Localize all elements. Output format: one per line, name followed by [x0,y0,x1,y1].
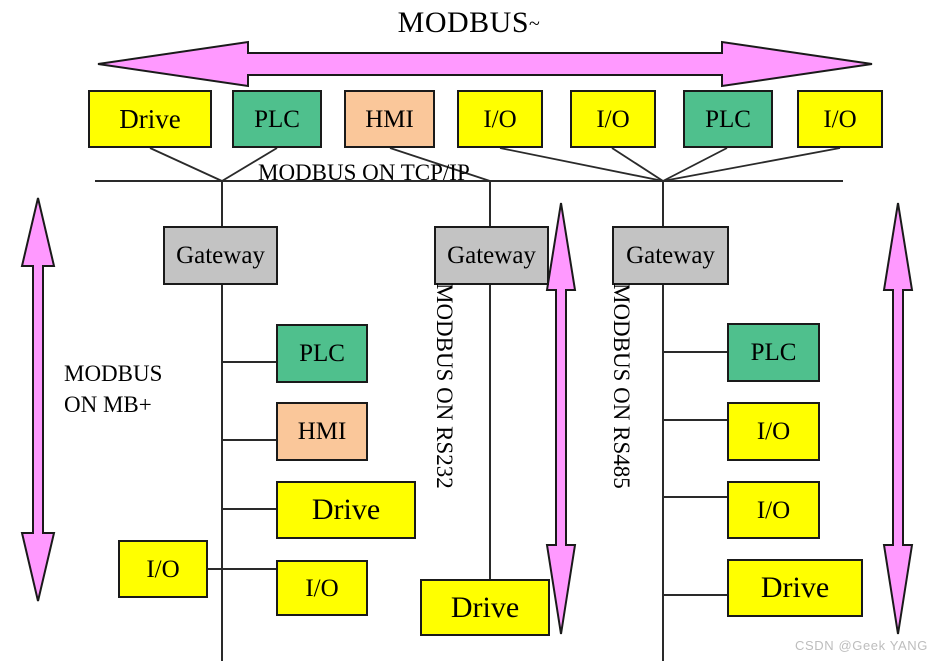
modbus-architecture-diagram: MODBUS~ Drive PLC HMI I/O I/O PLC I/O MO… [0,0,938,661]
diagram-title: MODBUS~ [0,6,938,40]
watermark: CSDN @Geek YANG [795,638,928,653]
node-label: HMI [365,105,414,133]
bus-label-mbplus-line2: ON MB+ [64,392,152,418]
mbplus-device-hmi[interactable]: HMI [276,402,368,461]
modbus-bus-arrow [97,40,873,88]
mbplus-device-drive[interactable]: Drive [276,481,416,539]
mbplus-device-io-1[interactable]: I/O [118,540,208,598]
node-label: Gateway [626,242,715,269]
node-label: PLC [705,105,751,133]
mbplus-device-io-2[interactable]: I/O [276,560,368,616]
tcpip-drop-lines [149,147,841,182]
rs485-device-drive[interactable]: Drive [727,559,863,617]
node-label: Drive [119,103,181,134]
node-label: PLC [254,105,300,133]
top-device-drive-1[interactable]: Drive [88,90,212,148]
bus-label-rs485: MODBUS ON RS485 [609,283,634,489]
top-device-plc-1[interactable]: PLC [232,90,322,148]
diagram-title-mark: ~ [529,13,541,35]
node-label: Drive [311,493,381,526]
node-label: HMI [297,418,347,445]
node-label: I/O [596,105,630,133]
gateway-mbplus[interactable]: Gateway [163,226,278,285]
node-label: Gateway [176,242,265,269]
rs232-device-drive[interactable]: Drive [420,579,550,636]
top-device-io-1[interactable]: I/O [457,90,543,148]
bus-label-mbplus: MODBUS ON MB+ [64,358,224,420]
node-label: I/O [305,574,339,602]
node-label: I/O [756,496,791,524]
top-device-io-3[interactable]: I/O [797,90,883,148]
node-label: I/O [823,105,857,133]
bus-label-tcpip: MODBUS ON TCP/IP [258,160,470,185]
rs485-device-plc[interactable]: PLC [727,323,820,382]
node-label: Drive [760,571,830,604]
top-device-plc-2[interactable]: PLC [683,90,773,148]
gateway-rs232[interactable]: Gateway [434,226,549,285]
rs232-bus-arrow [545,202,577,635]
rs485-device-io-2[interactable]: I/O [727,481,820,539]
node-label: Drive [450,590,520,624]
node-label: Gateway [447,242,536,269]
mbplus-bus-arrow [20,197,56,602]
rs485-device-io-1[interactable]: I/O [727,402,820,461]
node-label: I/O [756,418,791,445]
bus-label-rs232: MODBUS ON RS232 [432,283,457,489]
node-label: I/O [483,105,517,133]
gateway-rs485[interactable]: Gateway [612,226,729,285]
node-label: PLC [299,340,345,367]
rs485-branch-stubs [663,351,727,596]
node-label: PLC [750,339,797,366]
mbplus-device-plc[interactable]: PLC [276,324,368,383]
top-device-io-2[interactable]: I/O [570,90,656,148]
diagram-title-text: MODBUS [397,6,530,39]
node-label: I/O [146,555,180,583]
bus-label-mbplus-line1: MODBUS [64,361,163,386]
top-device-hmi-1[interactable]: HMI [344,90,435,148]
rs485-bus-arrow [882,202,914,635]
